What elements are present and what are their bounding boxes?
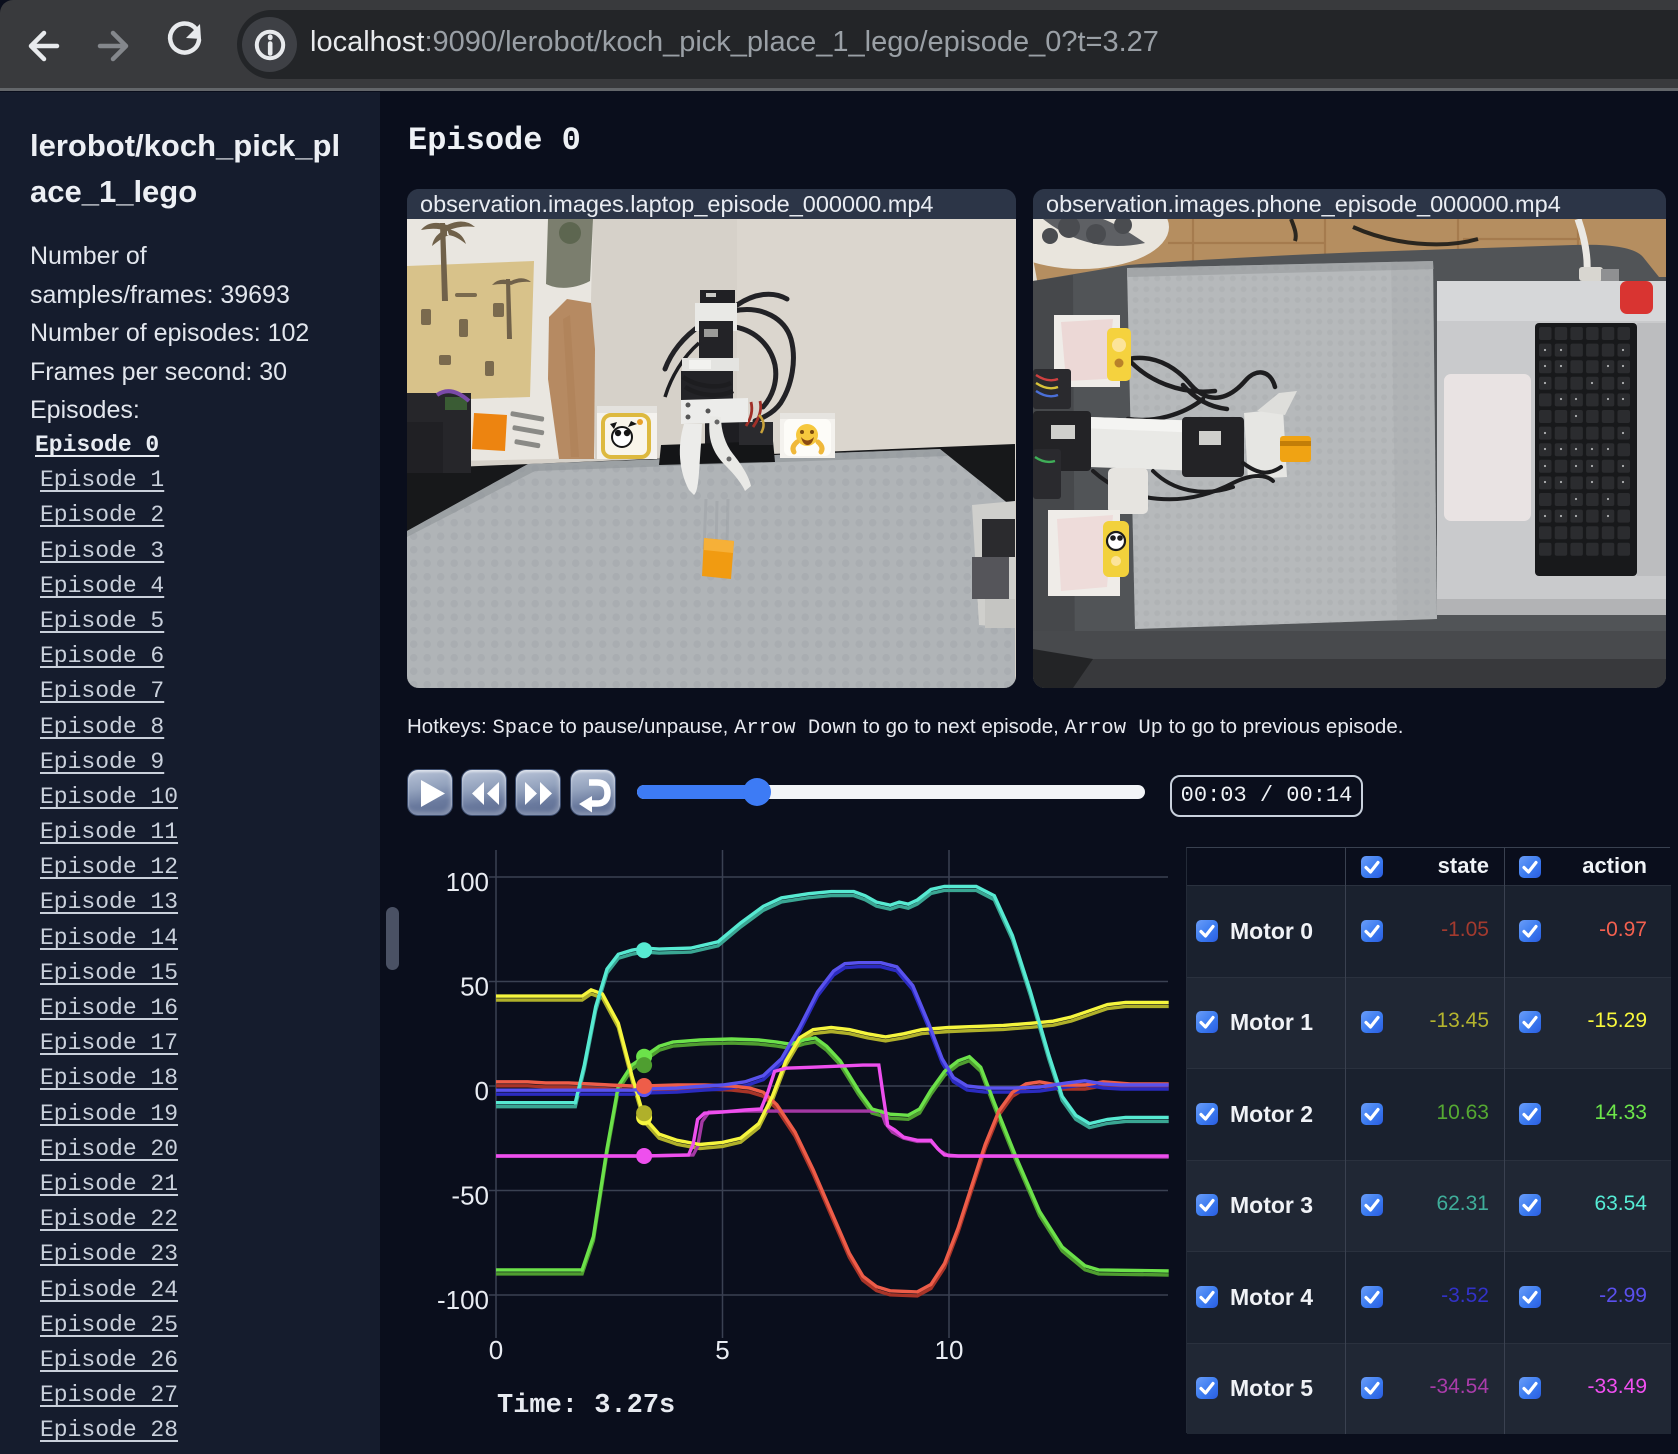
svg-text:5: 5 [715, 1335, 729, 1365]
svg-text:50: 50 [460, 972, 489, 1002]
svg-text:10: 10 [935, 1335, 964, 1365]
svg-text:0: 0 [489, 1335, 503, 1365]
svg-text:100: 100 [446, 867, 489, 897]
svg-text:Time: 3.27s: Time: 3.27s [497, 1391, 675, 1421]
svg-text:0: 0 [475, 1076, 489, 1106]
svg-text:-50: -50 [451, 1181, 489, 1211]
svg-text:-100: -100 [437, 1285, 489, 1315]
